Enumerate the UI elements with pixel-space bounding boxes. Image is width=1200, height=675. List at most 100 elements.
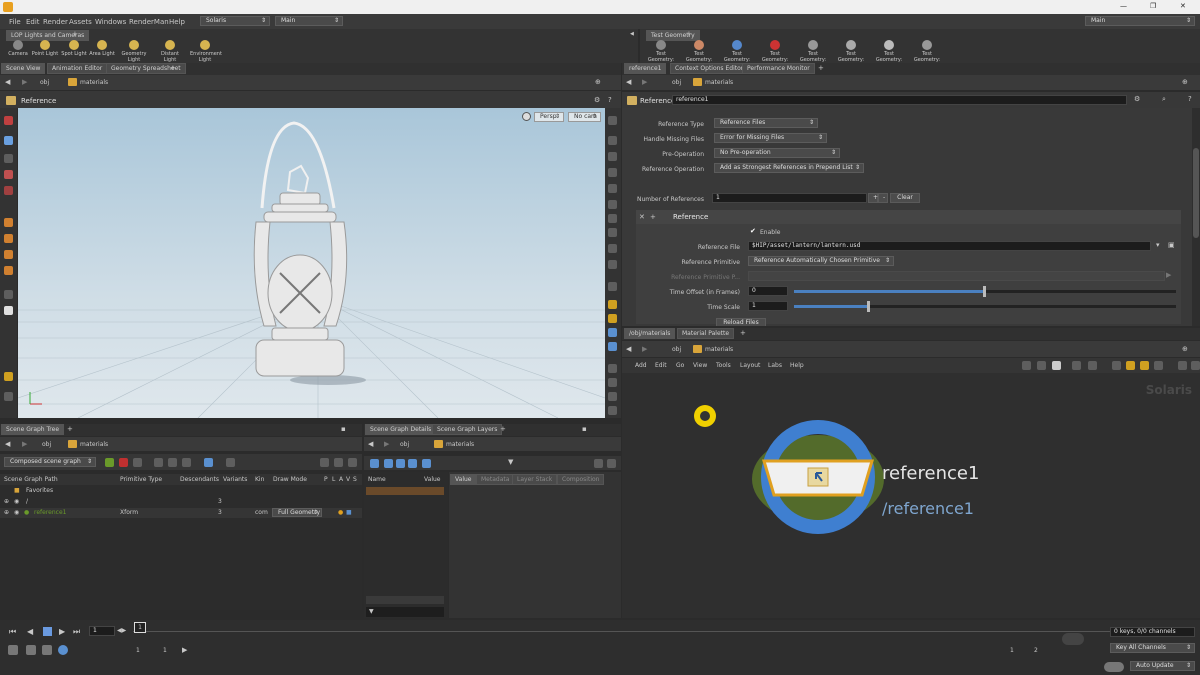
col-v[interactable]: V [346, 476, 350, 483]
play-icon[interactable]: ▶ [59, 627, 65, 636]
grid-2-icon[interactable] [1112, 361, 1121, 370]
audio-icon[interactable] [1062, 633, 1084, 645]
jump-start-icon[interactable]: ⏮ [9, 627, 16, 637]
tab-scene-view[interactable]: Scene View [1, 63, 46, 74]
col-primitive-type[interactable]: Primitive Type [120, 476, 162, 483]
pane-menu-icon[interactable]: ▪ [341, 425, 346, 433]
rows-icon[interactable] [408, 459, 417, 468]
back-arrow-icon[interactable]: ◀ [626, 345, 631, 353]
scene-graph-mode-select[interactable]: Composed scene graph [4, 457, 96, 467]
reference-type-select[interactable]: Reference Files [714, 118, 818, 128]
tab-context-options[interactable]: Context Options Editor [670, 63, 749, 74]
split-icon[interactable] [396, 459, 405, 468]
shaded-icon[interactable] [608, 152, 617, 161]
col-s[interactable]: S [353, 476, 357, 483]
grid-icon[interactable] [1072, 361, 1081, 370]
col-descendants[interactable]: Descendants [180, 476, 219, 483]
back-arrow-icon[interactable]: ◀ [5, 440, 10, 448]
tree-help-icon[interactable] [348, 458, 357, 467]
collapse-icon[interactable] [119, 458, 128, 467]
add-shelf-icon[interactable]: + [72, 30, 78, 38]
tab-obj-materials[interactable]: /obj/materials [624, 328, 676, 339]
node-name-label[interactable]: reference1 [882, 463, 979, 484]
display-toggle-icon[interactable] [608, 244, 617, 253]
activation-icon[interactable]: ● [338, 509, 343, 516]
net-menu-labs[interactable]: Labs [768, 362, 782, 369]
filter-icon[interactable] [105, 458, 114, 467]
back-arrow-icon[interactable]: ◀ [626, 78, 631, 86]
net-menu-tools[interactable]: Tools [716, 362, 731, 369]
step-back-icon[interactable]: ◀ [27, 627, 33, 636]
col-draw-mode[interactable]: Draw Mode [273, 476, 307, 483]
tree-camera-icon[interactable] [334, 458, 343, 467]
shelf-tool-distant-light[interactable]: Distant Light [155, 40, 185, 63]
light-link-icon[interactable] [608, 228, 617, 237]
range-start-alt[interactable]: 1 [163, 647, 167, 654]
path-obj[interactable]: obj [672, 346, 681, 353]
table-row[interactable]: ⊕ ◉ ● reference1 Xform 3 com Full Geomet… [0, 508, 362, 518]
expand-icon[interactable] [133, 458, 142, 467]
net-menu-edit[interactable]: Edit [655, 362, 667, 369]
tab-performance-monitor[interactable]: Performance Monitor [742, 63, 815, 74]
path-materials[interactable]: materials [80, 441, 108, 448]
reference-file-field[interactable]: $HIP/asset/lantern/lantern.usd [748, 241, 1151, 251]
context-select[interactable]: Main [275, 16, 343, 26]
select-tool-icon[interactable] [4, 116, 13, 125]
grid-icon[interactable] [422, 459, 431, 468]
netbox-icon[interactable] [1140, 361, 1149, 370]
visibility-toggle-icon[interactable]: ■ [346, 509, 352, 516]
add-tab-icon[interactable]: + [818, 64, 824, 72]
pin-icon[interactable]: ⊕ [595, 78, 601, 86]
handle-missing-select[interactable]: Error for Missing Files [714, 133, 827, 143]
enable-checkbox[interactable]: ✔ [750, 227, 756, 235]
tab-layer-stack[interactable]: Layer Stack [512, 474, 558, 485]
desktop-select[interactable]: Solaris [200, 16, 270, 26]
shelf-tool-area-light[interactable]: Area Light [87, 40, 117, 57]
3d-viewport[interactable]: Persp No cam [18, 108, 605, 418]
shelf-tool-spot-light[interactable]: Spot Light [59, 40, 89, 57]
help-icon[interactable] [1178, 361, 1187, 370]
flipbook-icon[interactable] [608, 314, 617, 323]
forward-arrow-icon[interactable]: ▶ [22, 78, 27, 86]
select-mode-icon[interactable] [204, 458, 213, 467]
path-materials[interactable]: materials [705, 346, 733, 353]
viewer-gear-icon[interactable]: ⚙ [594, 96, 600, 104]
add-tab-icon[interactable]: + [170, 64, 176, 72]
forward-arrow-icon[interactable]: ▶ [642, 78, 647, 86]
selected-property-row[interactable] [366, 487, 444, 495]
realtime-toggle-icon[interactable] [58, 645, 68, 655]
download-icon[interactable] [1191, 361, 1200, 370]
col-a[interactable]: A [339, 476, 343, 483]
toggle-icon[interactable] [608, 406, 617, 415]
minimize-icon[interactable]: — [1120, 2, 1127, 10]
range-play-icon[interactable]: ▶ [182, 646, 187, 654]
sound-icon[interactable] [26, 645, 36, 655]
net-menu-go[interactable]: Go [676, 362, 684, 369]
params-scroll-thumb[interactable] [1193, 148, 1199, 238]
range-end-alt[interactable]: 2 [1034, 647, 1038, 654]
chat-bubble-icon[interactable] [1104, 662, 1124, 672]
shelf-tool-point-light[interactable]: Point Light [30, 40, 60, 57]
background-icon[interactable] [608, 342, 617, 351]
details-hscroll[interactable] [366, 596, 444, 604]
path-obj[interactable]: obj [400, 441, 409, 448]
pose-tool-icon[interactable] [4, 170, 13, 179]
dot-icon[interactable] [1154, 361, 1163, 370]
tree-view-icon[interactable] [1037, 361, 1046, 370]
sort-icon[interactable] [182, 458, 191, 467]
guide-icon[interactable] [608, 282, 617, 291]
tree-gear-icon[interactable] [320, 458, 329, 467]
time-scale-slider[interactable] [794, 301, 1176, 312]
col-kind[interactable]: Kin [255, 476, 264, 483]
back-arrow-icon[interactable]: ◀ [5, 78, 10, 86]
camera-tool-icon[interactable] [4, 234, 13, 243]
lock-tool-icon[interactable] [4, 136, 13, 145]
forward-arrow-icon[interactable]: ▶ [384, 440, 389, 448]
pane-menu-icon[interactable]: ▪ [582, 425, 587, 433]
time-offset-field[interactable]: 0 [748, 286, 788, 296]
add-tab-icon[interactable]: + [500, 425, 506, 433]
transform-icon[interactable] [154, 458, 163, 467]
back-arrow-icon[interactable]: ◀ [368, 440, 373, 448]
tab-scene-graph-layers[interactable]: Scene Graph Layers [432, 424, 503, 435]
white-square-icon[interactable] [1052, 361, 1061, 370]
